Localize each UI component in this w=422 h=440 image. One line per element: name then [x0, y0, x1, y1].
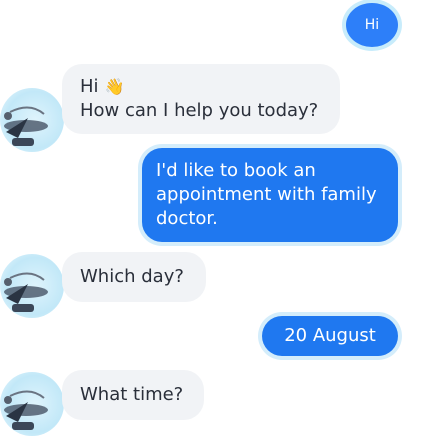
- greeting-line: Hi 👋: [80, 75, 322, 99]
- bot-message-which-day: Which day?: [62, 252, 206, 302]
- user-message-date: 20 August: [262, 316, 398, 356]
- bot-message-what-time: What time?: [62, 370, 204, 420]
- bot-message-greeting: Hi 👋 How can I help you today?: [62, 64, 340, 134]
- user-avatar-label: Hi: [364, 17, 380, 33]
- chat-conversation: Hi Hi 👋 How can I help you today? I'd li…: [0, 0, 422, 440]
- date-reply-text: 20 August: [284, 325, 376, 346]
- bot-robot-icon: [4, 390, 48, 430]
- bot-robot-icon: [4, 106, 48, 146]
- booking-request-text: I'd like to book an appointment with fam…: [156, 160, 377, 229]
- bot-avatar: [0, 88, 64, 152]
- user-avatar[interactable]: Hi: [346, 3, 398, 47]
- bot-robot-icon: [4, 272, 48, 312]
- user-message-booking-request: I'd like to book an appointment with fam…: [142, 148, 398, 242]
- bot-avatar: [0, 372, 64, 436]
- which-day-text: Which day?: [80, 266, 184, 287]
- greeting-hi-text: Hi: [80, 76, 99, 97]
- bot-avatar: [0, 254, 64, 318]
- greeting-question-text: How can I help you today?: [80, 100, 319, 121]
- what-time-text: What time?: [80, 384, 184, 405]
- waving-hand-icon: 👋: [104, 77, 125, 96]
